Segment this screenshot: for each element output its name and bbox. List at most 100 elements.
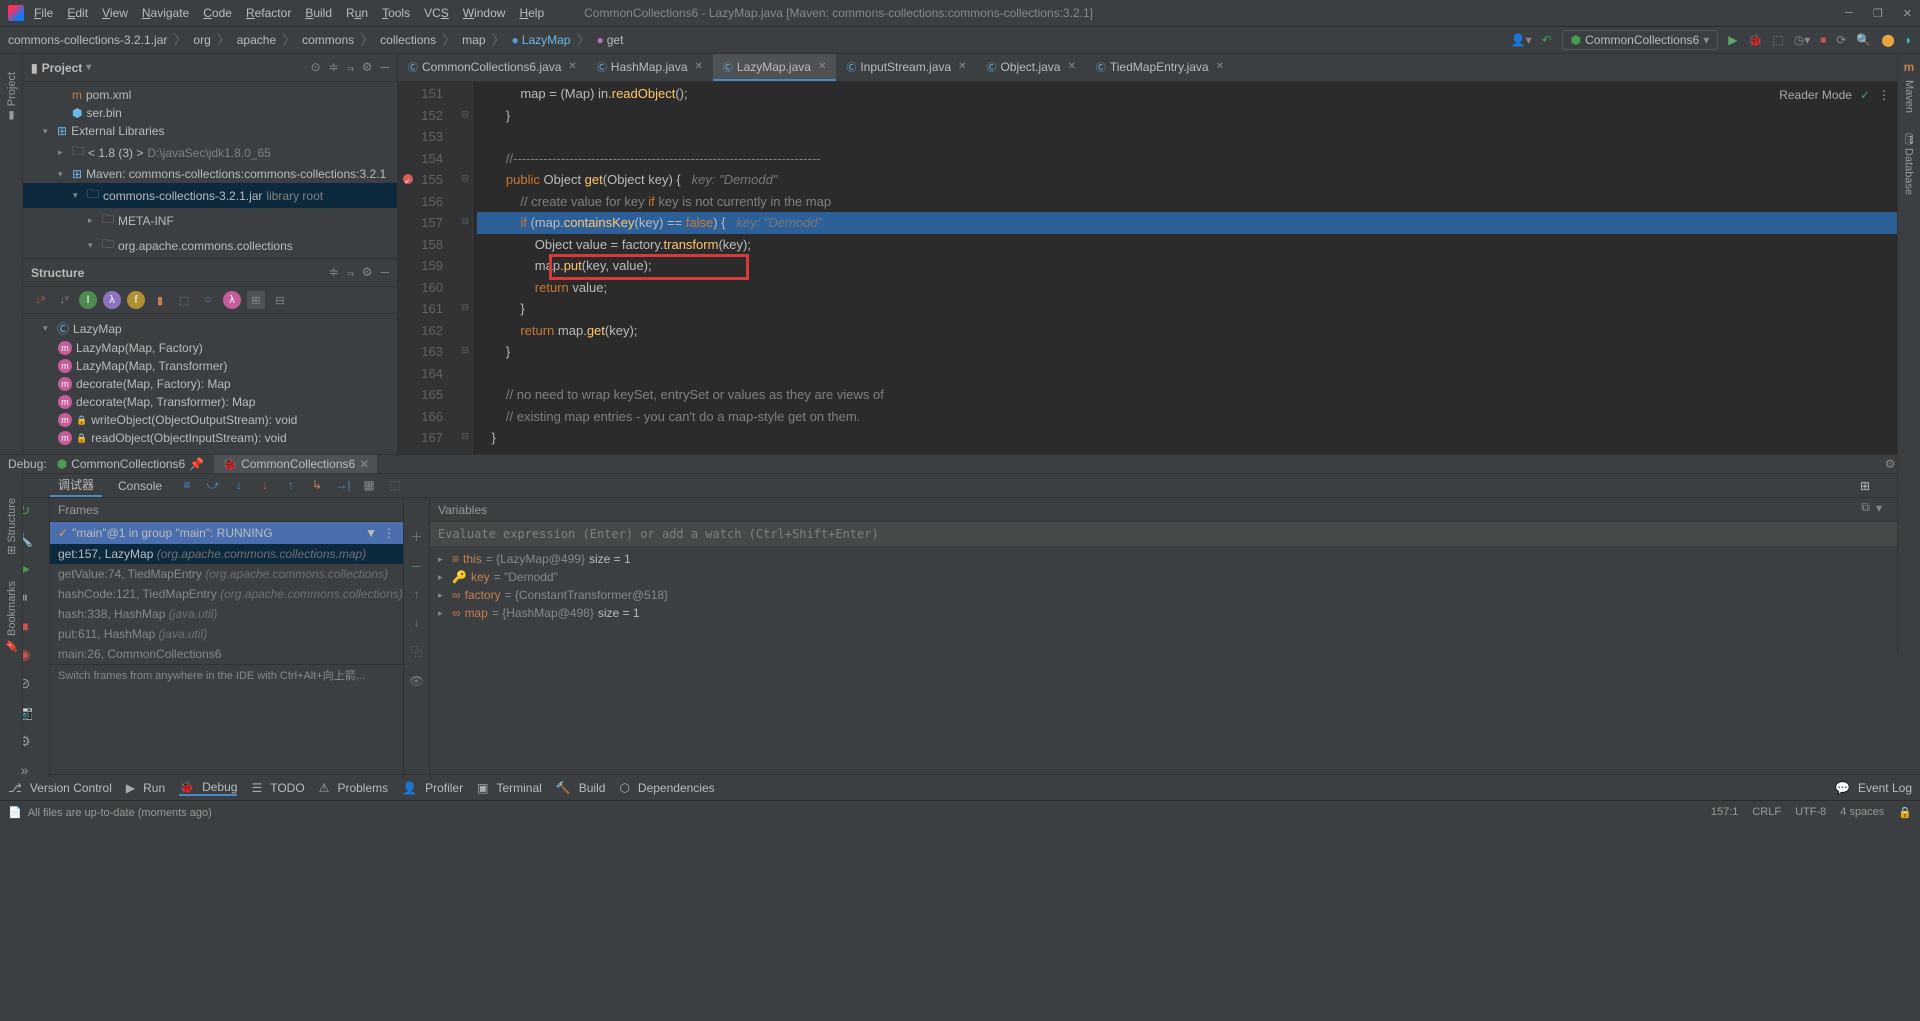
code-content[interactable]: map = (Map) in.readObject(); } //-------… [473, 82, 1920, 454]
coverage-icon[interactable]: ⬚ [1772, 33, 1783, 47]
filter-icon[interactable]: ○ [199, 291, 217, 309]
show-anon-icon[interactable]: ⬚ [175, 291, 193, 309]
menu-file[interactable]: File [34, 6, 53, 20]
step-into-icon[interactable]: ↓ [230, 478, 248, 493]
sort-icon[interactable]: ↓ᵃ [31, 291, 49, 309]
reader-check-icon[interactable]: ✓ [1860, 88, 1870, 102]
up-icon[interactable]: ↑ [414, 587, 420, 601]
tab-close-icon[interactable]: ✕ [958, 61, 966, 72]
event-log[interactable]: 💬Event Log [1835, 781, 1912, 795]
line-sep[interactable]: CRLF [1752, 806, 1781, 819]
variable-row[interactable]: ▸∞ map = {HashMap@498} size = 1 [438, 604, 1912, 622]
maven-tab[interactable]: Maven [1901, 74, 1917, 119]
tab-close-icon[interactable]: ✕ [568, 61, 576, 72]
editor-tab[interactable]: ⒸLazyMap.java✕ [713, 54, 836, 81]
tree-item[interactable]: ⬢ ser.bin [23, 104, 397, 122]
ide-updates-icon[interactable]: ⬤ [1881, 33, 1894, 47]
filter-icon[interactable]: ▼ [365, 526, 377, 540]
menu-code[interactable]: Code [203, 6, 232, 20]
collapse-all-icon[interactable]: ⫬ [347, 265, 354, 280]
tree-item[interactable]: ▾⊞ Maven: commons-collections:commons-co… [23, 165, 397, 183]
stack-frame[interactable]: put:611, HashMap (java.util) [50, 624, 403, 644]
toolwindow-debug[interactable]: 🐞Debug [179, 780, 237, 796]
editor-tab[interactable]: ⒸObject.java✕ [976, 54, 1085, 81]
debug-config-tab[interactable]: ⬢CommonCollections6 📌 [57, 457, 204, 471]
crumb-part[interactable]: org [193, 33, 210, 47]
show-interface-icon[interactable]: I [79, 291, 97, 309]
stack-frame[interactable]: getValue:74, TiedMapEntry (org.apache.co… [50, 564, 403, 584]
editor-tab[interactable]: ⒸTiedMapEntry.java✕ [1086, 54, 1234, 81]
structure-item[interactable]: m decorate(Map, Factory): Map [23, 375, 397, 393]
variables-tree[interactable]: ▸≡ this = {LazyMap@499} size = 1▸🔑 key =… [430, 546, 1920, 626]
caret-pos[interactable]: 157:1 [1711, 806, 1739, 819]
profile-icon[interactable]: ◷▾ [1794, 33, 1811, 47]
layout-icon[interactable]: ⊞ [1860, 479, 1870, 493]
editor-tab[interactable]: ⒸCommonCollections6.java✕ [398, 54, 587, 81]
show-inherited-icon[interactable]: ▮ [151, 291, 169, 309]
code-with-me-icon[interactable]: ◗ [1905, 33, 1912, 47]
menu-edit[interactable]: Edit [67, 6, 88, 20]
crumb-root[interactable]: commons-collections-3.2.1.jar [8, 33, 167, 47]
menu-window[interactable]: Window [463, 6, 506, 20]
toolwindow-run[interactable]: ▶Run [126, 781, 165, 795]
indent[interactable]: 4 spaces [1840, 806, 1884, 819]
expand-all-icon[interactable]: ≑ [329, 265, 339, 280]
remove-watch-icon[interactable]: ─ [412, 559, 421, 573]
structure-item[interactable]: m LazyMap(Map, Transformer) [23, 357, 397, 375]
crumb-part[interactable]: map [462, 33, 485, 47]
down-icon[interactable]: ↓ [414, 615, 420, 629]
settings-icon[interactable]: ⚙ [362, 265, 373, 280]
structure-root[interactable]: ▾Ⓒ LazyMap [23, 318, 397, 339]
stack-frame[interactable]: get:157, LazyMap (org.apache.commons.col… [50, 544, 403, 564]
variable-row[interactable]: ▸∞ factory = {ConstantTransformer@518} [438, 586, 1912, 604]
structure-tree[interactable]: ▾Ⓒ LazyMapm LazyMap(Map, Factory)m LazyM… [23, 314, 397, 454]
copy-icon[interactable]: ⿻ [410, 643, 422, 660]
menu-refactor[interactable]: Refactor [246, 6, 291, 20]
tree-item[interactable]: ▾🗀 org.apache.commons.collections [23, 233, 397, 258]
encoding[interactable]: UTF-8 [1795, 806, 1826, 819]
stop-icon[interactable]: ■ [1820, 35, 1826, 46]
stack-frame[interactable]: hash:338, HashMap (java.util) [50, 604, 403, 624]
force-step-icon[interactable]: ↓ [256, 478, 274, 493]
show-lambda-icon[interactable]: λ [103, 291, 121, 309]
menu-navigate[interactable]: Navigate [142, 6, 189, 20]
toolwindow-profiler[interactable]: 👤Profiler [402, 781, 463, 795]
structure-item[interactable]: m🔒 writeObject(ObjectOutputStream): void [23, 411, 397, 429]
debug-run-tab[interactable]: 🐞CommonCollections6 ✕ [214, 455, 377, 473]
eval-icon[interactable]: ▦ [360, 478, 378, 493]
menu-run[interactable]: Run [346, 6, 368, 20]
stack-frame[interactable]: main:26, CommonCollections6 [50, 644, 403, 664]
tab-close-icon[interactable]: ✕ [695, 61, 703, 72]
minimize-icon[interactable]: ─ [1845, 7, 1853, 20]
crumb-class[interactable]: LazyMap [512, 33, 571, 47]
menu-tools[interactable]: Tools [382, 6, 410, 20]
run-config-select[interactable]: ⬢CommonCollections6▾ [1562, 30, 1719, 50]
search-icon[interactable]: 🔍 [1856, 33, 1871, 47]
toolwindow-todo[interactable]: ☰TODO [251, 781, 304, 795]
editor-tab[interactable]: ⒸHashMap.java✕ [587, 54, 713, 81]
bookmarks-side-tab[interactable]: 🔖 Bookmarks [3, 573, 20, 661]
run-to-cursor-icon[interactable]: →| [334, 478, 352, 493]
variable-row[interactable]: ▸≡ this = {LazyMap@499} size = 1 [438, 550, 1912, 568]
thread-menu-icon[interactable]: ⋮ [383, 526, 395, 540]
debug-icon[interactable]: 🐞 [1747, 33, 1762, 47]
menu-build[interactable]: Build [305, 6, 332, 20]
toolwindow-dependencies[interactable]: ⬡Dependencies [619, 781, 714, 795]
tab-close-icon[interactable]: ✕ [818, 61, 826, 72]
stack-frame[interactable]: hashCode:121, TiedMapEntry (org.apache.c… [50, 584, 403, 604]
vcs-update-icon[interactable]: ⟳ [1836, 33, 1846, 47]
console-tab[interactable]: Console [110, 477, 170, 495]
eye-icon[interactable]: 👁 [409, 674, 424, 688]
reader-menu-icon[interactable]: ⋮ [1878, 88, 1890, 102]
maximize-icon[interactable]: ❐ [1873, 7, 1883, 20]
crumb-method[interactable]: get [596, 33, 623, 47]
structure-side-tab[interactable]: ⊞ Structure [3, 490, 20, 563]
debugger-tab[interactable]: 调试器 [50, 474, 102, 497]
database-tab[interactable]: 🛢 Database [1901, 125, 1918, 201]
back-icon[interactable]: ↶ [1542, 33, 1552, 47]
crumb-part[interactable]: apache [237, 33, 276, 47]
readonly-icon[interactable]: 🔒 [1898, 806, 1912, 819]
structure-item[interactable]: m🔒 readObject(ObjectInputStream): void [23, 429, 397, 447]
autoscroll-icon[interactable]: λ [223, 291, 241, 309]
crumb-part[interactable]: collections [380, 33, 436, 47]
